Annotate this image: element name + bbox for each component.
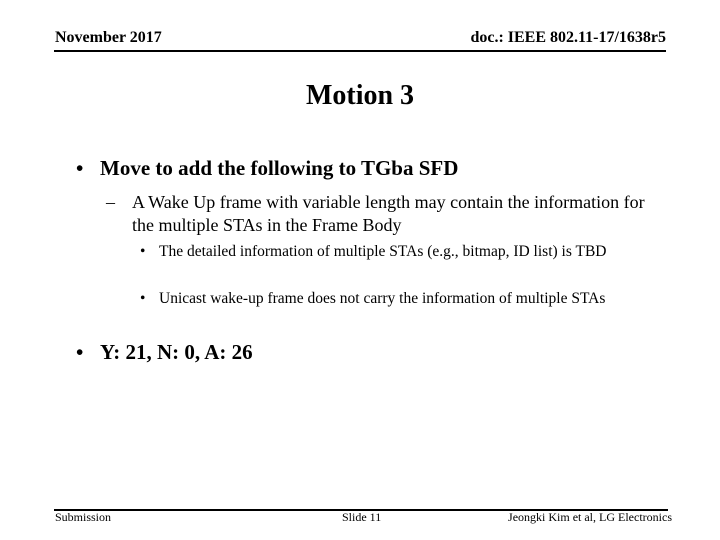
header-doc-id: doc.: IEEE 802.11-17/1638r5: [470, 29, 666, 46]
bullet-text: A Wake Up frame with variable length may…: [132, 192, 645, 235]
header-date: November 2017: [55, 29, 162, 46]
bullet-dot-icon: •: [76, 340, 84, 364]
bullet-text: Move to add the following to TGba SFD: [100, 156, 459, 180]
bullet-dot-icon: •: [140, 243, 146, 260]
footer-slide-number: Slide 11: [342, 510, 382, 524]
dash-icon: –: [106, 192, 115, 212]
header-rule: [54, 50, 666, 52]
footer-author: Jeongki Kim et al, LG Electronics: [508, 510, 672, 524]
slide-title: Motion 3: [305, 80, 415, 111]
bullet-dot-icon: •: [76, 156, 84, 180]
bullet-text: Unicast wake-up frame does not carry the…: [159, 290, 606, 307]
bullet-text: Y: 21, N: 0, A: 26: [100, 340, 253, 364]
bullet-text: The detailed information of multiple STA…: [159, 243, 607, 260]
footer-submission: Submission: [55, 510, 112, 524]
bullet-dot-icon: •: [140, 290, 146, 307]
